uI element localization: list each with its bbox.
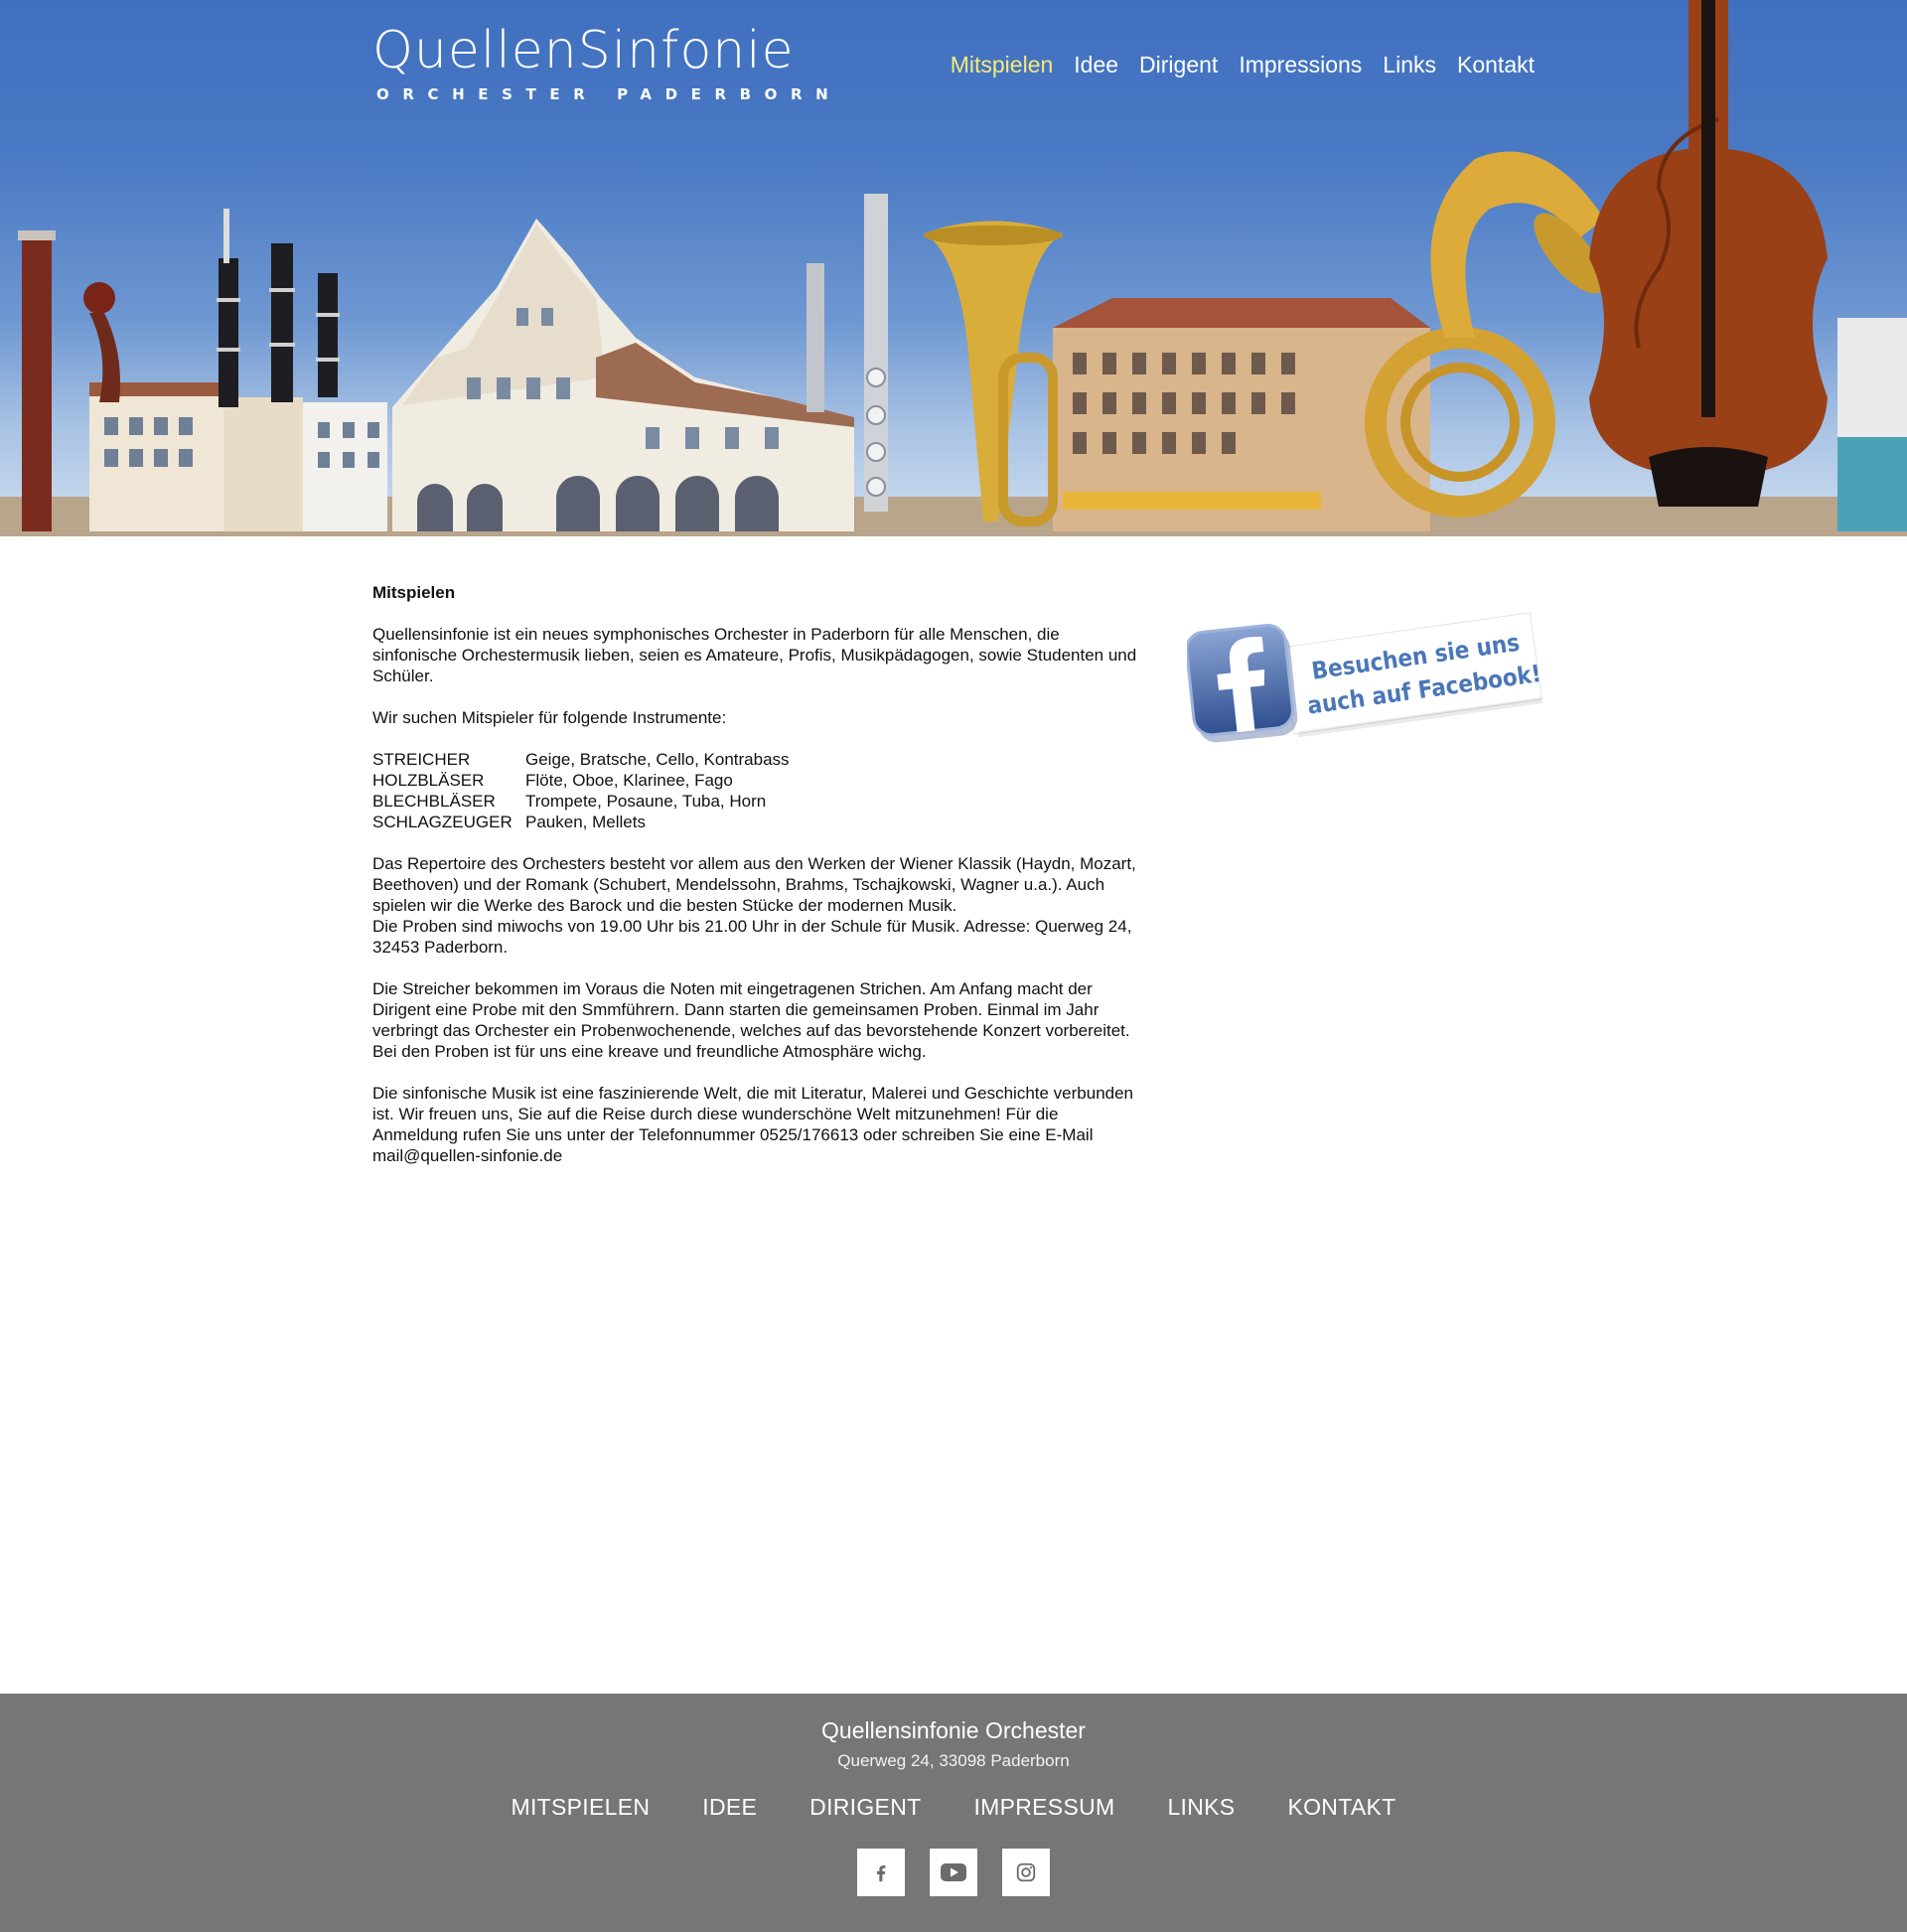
logo-subtitle: ORCHESTER PADERBORN	[376, 85, 842, 103]
nav-item-impressions[interactable]: Impressions	[1239, 52, 1362, 78]
nav-item-dirigent[interactable]: Dirigent	[1139, 52, 1218, 78]
footer-link-idee[interactable]: IDEE	[702, 1794, 757, 1821]
hero-banner: QuellenSinfonie ORCHESTER PADERBORN Mits…	[0, 0, 1907, 536]
repertoire-paragraph: Das Repertoire des Orchesters besteht vo…	[372, 853, 1147, 958]
instrument-group: STREICHER	[372, 750, 471, 769]
footer-org-name: Quellensinfonie Orchester	[821, 1717, 1086, 1743]
youtube-icon	[941, 1863, 966, 1881]
table-row: STREICHER Geige, Bratsche, Cello, Kontra…	[372, 749, 790, 770]
facebook-badge[interactable]: Besuchen sie uns auch auf Facebook!	[1185, 594, 1554, 753]
search-paragraph: Wir suchen Mitspieler für folgende Instr…	[372, 708, 727, 727]
footer-link-links[interactable]: LINKS	[1167, 1794, 1235, 1821]
nav-item-mitspielen[interactable]: Mitspielen	[951, 52, 1054, 78]
nav-item-kontakt[interactable]: Kontakt	[1457, 52, 1535, 78]
facebook-icon	[876, 1864, 886, 1882]
footer-address: Querweg 24, 33098 Paderborn	[837, 1751, 1070, 1770]
social-links	[0, 1849, 1907, 1896]
instrument-group: BLECHBLÄSER	[372, 792, 496, 811]
site-logo[interactable]: QuellenSinfonie ORCHESTER PADERBORN	[372, 21, 842, 116]
site-footer: Quellensinfonie Orchester Querweg 24, 33…	[0, 1694, 1907, 1932]
facebook-icon	[1185, 624, 1298, 743]
footer-nav: MITSPIELEN IDEE DIRIGENT IMPRESSUM LINKS…	[0, 1794, 1907, 1821]
table-row: HOLZBLÄSER Flöte, Oboe, Klarinee, Fago	[372, 770, 790, 791]
instrument-list: Geige, Bratsche, Cello, Kontrabass	[525, 750, 790, 769]
logo-wordmark: QuellenSinfonie	[372, 21, 795, 80]
instrument-list: Pauken, Mellets	[525, 813, 646, 831]
instrument-list: Trompete, Posaune, Tuba, Horn	[525, 792, 767, 811]
youtube-button[interactable]	[930, 1849, 977, 1896]
instagram-icon	[1016, 1862, 1036, 1882]
table-row: BLECHBLÄSER Trompete, Posaune, Tuba, Hor…	[372, 791, 790, 812]
rehearsal-text: Die Proben sind miwochs von 19.00 Uhr bi…	[372, 917, 1132, 957]
closing-paragraph: Die sinfonische Musik ist eine faszinier…	[372, 1084, 1134, 1165]
facebook-badge-graphic: Besuchen sie uns auch auf Facebook!	[1185, 612, 1542, 743]
footer-link-mitspielen[interactable]: MITSPIELEN	[512, 1794, 651, 1821]
repertoire-text: Das Repertoire des Orchesters besteht vo…	[372, 854, 1136, 915]
page-title: Mitspielen	[372, 583, 456, 602]
instrument-group: HOLZBLÄSER	[372, 771, 485, 790]
facebook-button[interactable]	[857, 1849, 905, 1896]
footer-link-kontakt[interactable]: KONTAKT	[1287, 1794, 1395, 1821]
nav-item-links[interactable]: Links	[1383, 52, 1436, 78]
table-row: SCHLAGZEUGER Pauken, Mellets	[372, 812, 790, 832]
instrument-list: Flöte, Oboe, Klarinee, Fago	[525, 771, 733, 790]
hero-collage-image	[0, 0, 1907, 536]
instagram-button[interactable]	[1002, 1849, 1050, 1896]
footer-link-dirigent[interactable]: DIRIGENT	[809, 1794, 921, 1821]
main-content: Mitspielen Quellensinfonie ist ein neues…	[372, 582, 1147, 1187]
nav-item-idee[interactable]: Idee	[1074, 52, 1118, 78]
main-nav: Mitspielen Idee Dirigent Impressions Lin…	[951, 52, 1535, 78]
strings-paragraph: Die Streicher bekommen im Voraus die Not…	[372, 979, 1130, 1061]
instrument-group: SCHLAGZEUGER	[372, 813, 513, 831]
instrument-table: STREICHER Geige, Bratsche, Cello, Kontra…	[372, 749, 790, 832]
footer-link-impressum[interactable]: IMPRESSUM	[973, 1794, 1114, 1821]
intro-paragraph: Quellensinfonie ist ein neues symphonisc…	[372, 625, 1137, 685]
